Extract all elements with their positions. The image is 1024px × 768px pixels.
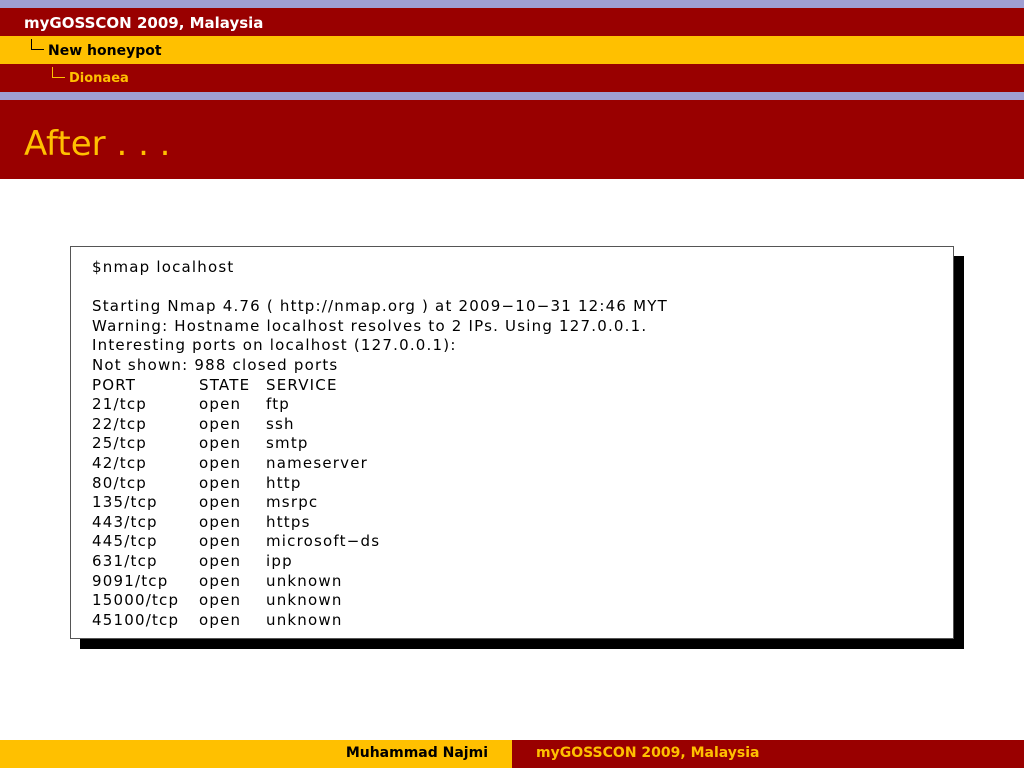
top-divider (0, 0, 1024, 8)
port-cell: PORT (92, 375, 137, 394)
table-row: 25/tcp open smtp (92, 434, 668, 454)
table-row: 631/tcp open ipp (92, 552, 668, 572)
terminal-line: $nmap localhost (92, 258, 235, 276)
terminal-line: Interesting ports on localhost (127.0.0.… (92, 336, 457, 355)
breadcrumb-subsection[interactable]: New honeypot (0, 36, 1024, 64)
slide-title: After . . . (24, 124, 171, 164)
footer-author: Muhammad Najmi (345, 745, 488, 761)
state-cell: open (199, 453, 242, 472)
tree-branch-icon (31, 39, 44, 50)
section-label: myGOSSCON 2009, Malaysia (24, 14, 264, 32)
port-cell: 22/tcp (92, 414, 147, 433)
tree-branch-icon (52, 67, 65, 78)
terminal-line: Not shown: 988 closed ports (92, 355, 339, 374)
table-row: 80/tcp open http (92, 474, 668, 494)
port-cell: 631/tcp (92, 551, 158, 570)
terminal-output: $nmap localhost Starting Nmap 4.76 ( htt… (70, 246, 954, 639)
terminal-lines: $nmap localhost Starting Nmap 4.76 ( htt… (92, 258, 668, 630)
header-divider (0, 92, 1024, 100)
state-cell: open (199, 571, 242, 590)
service-cell: nameserver (266, 453, 369, 472)
state-cell: open (199, 610, 242, 629)
port-cell: 443/tcp (92, 512, 158, 531)
service-cell: msrpc (266, 493, 319, 512)
service-cell: unknown (266, 591, 343, 610)
table-header-row: PORT STATE SERVICE (92, 376, 668, 396)
service-cell: ipp (266, 551, 293, 570)
table-row: 15000/tcp open unknown (92, 591, 668, 611)
port-cell: 25/tcp (92, 434, 147, 453)
footer-author-panel: Muhammad Najmi (0, 740, 512, 768)
port-cell: 135/tcp (92, 493, 158, 512)
state-cell: open (199, 551, 242, 570)
table-row: 445/tcp open microsoft−ds (92, 532, 668, 552)
service-cell: SERVICE (266, 375, 338, 394)
subsubsection-label: Dionaea (69, 71, 129, 86)
port-cell: 9091/tcp (92, 571, 169, 590)
terminal-line: Starting Nmap 4.76 ( http://nmap.org ) a… (92, 297, 669, 316)
subsection-label: New honeypot (48, 43, 162, 59)
breadcrumb-subsubsection[interactable]: Dionaea (0, 64, 1024, 92)
port-cell: 21/tcp (92, 395, 147, 414)
footer-event-panel: myGOSSCON 2009, Malaysia (512, 740, 1024, 768)
port-cell: 42/tcp (92, 453, 147, 472)
service-cell: ssh (266, 414, 295, 433)
state-cell: open (199, 395, 242, 414)
state-cell: open (199, 512, 242, 531)
service-cell: http (266, 473, 302, 492)
state-cell: open (199, 493, 242, 512)
port-cell: 80/tcp (92, 473, 147, 492)
service-cell: unknown (266, 571, 343, 590)
service-cell: smtp (266, 434, 309, 453)
port-cell: 445/tcp (92, 532, 158, 551)
state-cell: open (199, 434, 242, 453)
table-row: 9091/tcp open unknown (92, 572, 668, 592)
table-row: 21/tcp open ftp (92, 395, 668, 415)
state-cell: STATE (199, 375, 251, 394)
service-cell: https (266, 512, 311, 531)
service-cell: unknown (266, 610, 343, 629)
state-cell: open (199, 591, 242, 610)
state-cell: open (199, 414, 242, 433)
state-cell: open (199, 532, 242, 551)
table-row: 135/tcp open msrpc (92, 493, 668, 513)
state-cell: open (199, 473, 242, 492)
breadcrumb-section[interactable]: myGOSSCON 2009, Malaysia (0, 8, 1024, 36)
port-cell: 45100/tcp (92, 610, 180, 629)
table-row: 45100/tcp open unknown (92, 611, 668, 631)
table-row: 443/tcp open https (92, 513, 668, 533)
table-row: 42/tcp open nameserver (92, 454, 668, 474)
footer-event: myGOSSCON 2009, Malaysia (536, 745, 760, 761)
table-row: 22/tcp open ssh (92, 415, 668, 435)
terminal-line: Warning: Hostname localhost resolves to … (92, 316, 648, 335)
port-cell: 15000/tcp (92, 591, 180, 610)
service-cell: ftp (266, 395, 291, 414)
service-cell: microsoft−ds (266, 532, 381, 551)
